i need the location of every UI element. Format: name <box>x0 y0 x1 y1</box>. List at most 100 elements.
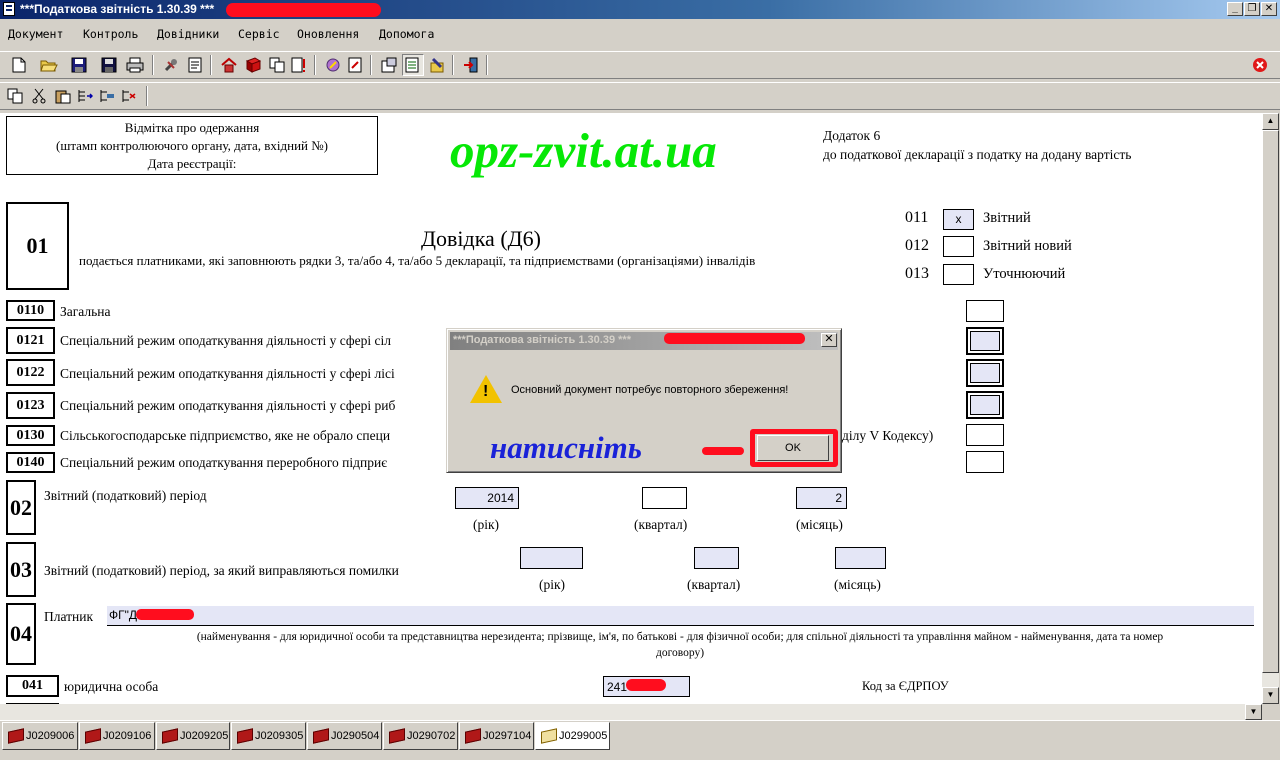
checklist-icon[interactable] <box>184 54 206 76</box>
stamp-line-3: Дата реєстрації: <box>147 156 237 171</box>
menu-bar: Документ Контроль Довідники Сервіс Оновл… <box>0 22 1280 46</box>
properties-icon[interactable] <box>378 54 400 76</box>
period-month-field[interactable]: 2 <box>796 487 847 509</box>
print-icon[interactable] <box>124 54 146 76</box>
cut-icon[interactable] <box>28 85 50 107</box>
row-label-0130-tail: ділу V Кодексу) <box>842 428 934 443</box>
corrected-month-caption: (місяць) <box>834 577 881 592</box>
book-icon <box>85 728 101 744</box>
scroll-up-button[interactable]: ▲ <box>1262 113 1279 130</box>
insert-row-icon[interactable] <box>74 85 96 107</box>
red-book-icon[interactable] <box>242 54 264 76</box>
stamp-line-2: (штамп контролюючого органу, дата, вхідн… <box>55 138 328 153</box>
tools-icon[interactable] <box>160 54 182 76</box>
close-document-icon[interactable] <box>1249 54 1271 76</box>
annotation-arrow-line <box>702 447 744 455</box>
report-type-checkbox-013[interactable] <box>943 264 974 285</box>
report-type-code-013: 013 <box>905 265 929 282</box>
sign-icon[interactable] <box>322 54 344 76</box>
row-code-0130: 0130 <box>6 425 55 446</box>
menu-service[interactable]: Сервіс <box>238 27 280 41</box>
receipt-stamp-box: Відмітка про одержання (штамп контролююч… <box>6 116 378 175</box>
period-quarter-field[interactable] <box>642 487 687 509</box>
insert-below-icon[interactable] <box>96 85 118 107</box>
stamp-line-1: Відмітка про одержання <box>124 120 260 135</box>
minimize-button[interactable]: _ <box>1227 2 1243 16</box>
row-code-0123: 0123 <box>6 392 55 419</box>
save-icon[interactable] <box>68 54 90 76</box>
form-view-icon[interactable] <box>402 54 424 76</box>
tab-j0209205[interactable]: J0209205 <box>156 722 230 750</box>
row-checkbox-0122[interactable] <box>966 359 1004 387</box>
menu-updates[interactable]: Оновлення <box>297 27 359 41</box>
window-title: ***Податкова звітність 1.30.39 *** <box>20 2 215 16</box>
corrected-year-field[interactable] <box>520 547 583 569</box>
row-checkbox-0121[interactable] <box>966 327 1004 355</box>
dialog-close-button[interactable]: ✕ <box>821 333 837 347</box>
report-type-checkbox-012[interactable] <box>943 236 974 257</box>
section-02-number: 02 <box>6 480 36 535</box>
row-checkbox-0110[interactable] <box>966 300 1004 322</box>
tab-j0290702[interactable]: J0290702 <box>383 722 458 750</box>
book-icon <box>237 728 253 744</box>
menu-help[interactable]: Допомога <box>379 27 434 41</box>
tab-label: J0299005 <box>559 730 608 742</box>
doc-alert-icon[interactable] <box>288 54 310 76</box>
horizontal-scrollbar[interactable]: ▼ <box>0 704 1262 720</box>
tab-j0299005[interactable]: J0299005 <box>535 722 610 750</box>
open-folder-icon[interactable] <box>38 54 60 76</box>
redaction-mark <box>664 333 805 344</box>
row-code-041: 041 <box>6 675 59 697</box>
main-toolbar <box>0 51 1280 79</box>
new-document-icon[interactable] <box>8 54 30 76</box>
copy-icon[interactable] <box>4 85 26 107</box>
menu-document[interactable]: Документ <box>8 27 63 41</box>
section-02-label: Звітний (податковий) період <box>44 488 207 503</box>
save-as-icon[interactable] <box>98 54 120 76</box>
vertical-scrollbar[interactable]: ▲ ▼ <box>1262 113 1279 704</box>
menu-control[interactable]: Контроль <box>83 27 138 41</box>
scroll-down-button[interactable]: ▼ <box>1262 687 1279 704</box>
toolbar-separator <box>370 55 372 75</box>
window-titlebar: ***Податкова звітність 1.30.39 *** _ ❐ ✕ <box>0 0 1280 19</box>
book-icon <box>465 728 481 744</box>
report-type-checkbox-011[interactable]: x <box>943 209 974 230</box>
appendix-title: Додаток 6 <box>823 128 881 143</box>
period-year-field[interactable]: 2014 <box>455 487 519 509</box>
restore-button[interactable]: ❐ <box>1244 2 1260 16</box>
paste-icon[interactable] <box>52 85 74 107</box>
corrected-quarter-field[interactable] <box>694 547 739 569</box>
book-icon <box>162 728 178 744</box>
legal-entity-label: юридична особа <box>64 679 159 694</box>
report-type-label-013: Уточнюючий <box>983 266 1066 282</box>
close-window-button[interactable]: ✕ <box>1261 2 1277 16</box>
tab-j0209305[interactable]: J0209305 <box>231 722 306 750</box>
tab-j0297104[interactable]: J0297104 <box>459 722 534 750</box>
section-03-number: 03 <box>6 542 36 597</box>
row-checkbox-0140[interactable] <box>966 451 1004 473</box>
pdf-icon[interactable] <box>344 54 366 76</box>
book-icon <box>389 728 405 744</box>
row-checkbox-0123[interactable] <box>966 391 1004 419</box>
tab-j0209006[interactable]: J0209006 <box>2 722 78 750</box>
menu-directories[interactable]: Довідники <box>157 27 219 41</box>
taxpayer-name-field[interactable]: ФГ"Д <box>107 606 1254 626</box>
tab-label: J0209305 <box>255 730 304 742</box>
delete-row-icon[interactable] <box>118 85 140 107</box>
scroll-thumb[interactable] <box>1262 130 1279 673</box>
tab-j0209106[interactable]: J0209106 <box>79 722 155 750</box>
highlight-icon[interactable] <box>426 54 448 76</box>
warning-exclamation: ! <box>483 383 489 400</box>
scroll-down-button-2[interactable]: ▼ <box>1245 704 1262 720</box>
copy-docs-icon[interactable] <box>266 54 288 76</box>
corrected-month-field[interactable] <box>835 547 886 569</box>
home-icon[interactable] <box>218 54 240 76</box>
exit-icon[interactable] <box>460 54 482 76</box>
redaction-mark <box>226 3 381 17</box>
tab-label: J0290504 <box>331 730 380 742</box>
tab-j0290504[interactable]: J0290504 <box>307 722 382 750</box>
row-checkbox-0130[interactable] <box>966 424 1004 446</box>
appendix-subtitle: до податкової декларації з податку на до… <box>823 147 1132 162</box>
section-01-number: 01 <box>6 202 69 290</box>
report-type-label-011: Звітний <box>983 210 1031 226</box>
